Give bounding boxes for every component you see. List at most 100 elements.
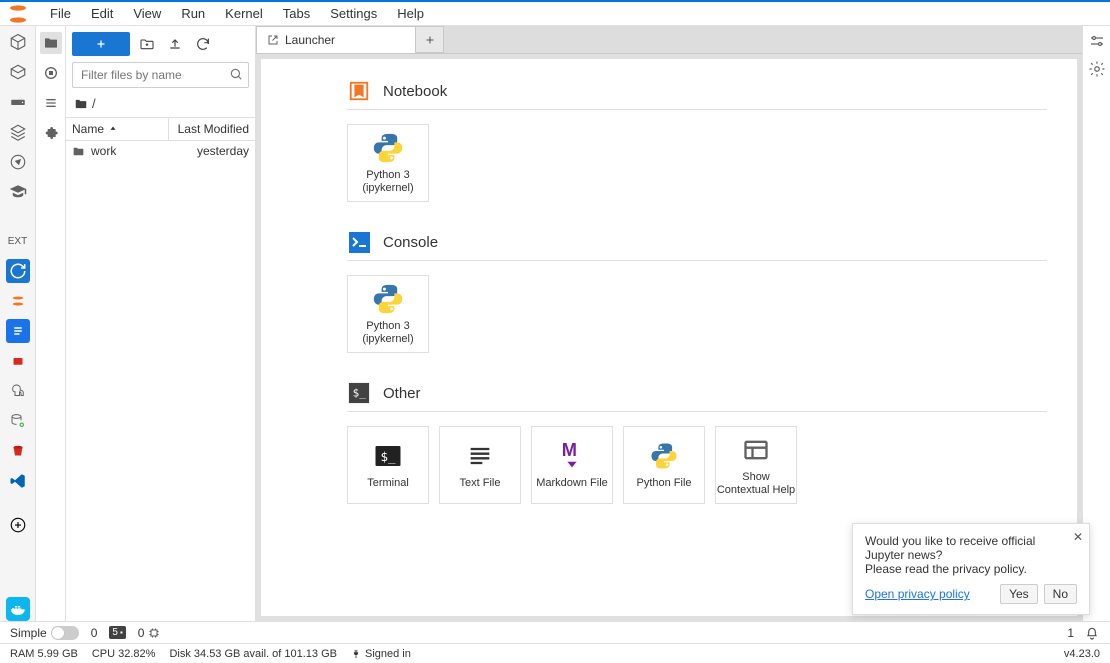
running-circle-icon[interactable] <box>40 62 62 84</box>
menu-help[interactable]: Help <box>387 2 434 25</box>
compass-icon[interactable] <box>6 150 30 174</box>
search-icon <box>229 67 243 81</box>
notebook-section-icon <box>347 79 371 103</box>
puzzle-icon[interactable] <box>40 122 62 144</box>
add-circle-icon[interactable] <box>6 513 30 537</box>
privacy-policy-link[interactable]: Open privacy policy <box>865 587 970 601</box>
box-icon[interactable] <box>6 60 30 84</box>
new-folder-icon[interactable] <box>136 33 158 55</box>
layers-icon[interactable] <box>6 120 30 144</box>
no-button[interactable]: No <box>1044 584 1077 604</box>
toggle-switch-icon[interactable] <box>51 626 79 640</box>
database-plus-icon[interactable] <box>6 409 30 433</box>
ram-usage: RAM 5.99 GB <box>10 648 78 660</box>
python-icon <box>371 282 405 316</box>
news-toast: ✕ Would you like to receive official Jup… <box>852 523 1090 615</box>
tab-add-button[interactable] <box>416 26 444 53</box>
text-lines-icon <box>463 439 497 473</box>
file-browser-toolbar <box>66 26 255 62</box>
drive-icon[interactable] <box>6 90 30 114</box>
help-panel-icon <box>739 433 773 467</box>
chip-icon <box>148 627 160 639</box>
launcher-card-notebook-python3[interactable]: Python 3(ipykernel) <box>347 124 429 202</box>
file-filter-search <box>72 62 249 88</box>
yes-button[interactable]: Yes <box>1000 584 1038 604</box>
section-title: Other <box>383 385 421 402</box>
elephant-icon[interactable] <box>6 379 30 403</box>
simple-toggle[interactable]: Simple <box>10 626 79 640</box>
bucket-red-icon[interactable] <box>6 439 30 463</box>
launcher-section-other: $_ Other $_ Terminal Text File <box>347 381 1047 504</box>
cpu-usage: CPU 32.82% <box>92 648 156 660</box>
launch-icon <box>267 34 279 46</box>
vscode-icon[interactable] <box>6 469 30 493</box>
menu-file[interactable]: File <box>40 2 81 25</box>
cube-icon[interactable] <box>6 30 30 54</box>
console-section-icon <box>347 230 371 254</box>
notification-count[interactable]: 1 <box>1067 626 1074 640</box>
ext-label: EXT <box>8 236 27 247</box>
tab-launcher[interactable]: Launcher <box>256 26 416 53</box>
list-icon[interactable] <box>40 92 62 114</box>
menu-kernel[interactable]: Kernel <box>215 2 273 25</box>
other-section-icon: $_ <box>347 381 371 405</box>
file-filter-input[interactable] <box>72 62 249 88</box>
column-name-header[interactable]: Name <box>66 118 169 140</box>
section-title: Notebook <box>383 83 447 100</box>
launcher-section-console: Console Python 3(ipykernel) <box>347 230 1047 353</box>
refresh-blue-icon[interactable] <box>6 259 30 283</box>
statusbar-jupyter: Simple 0 5▪ 0 1 <box>0 621 1110 643</box>
upload-icon[interactable] <box>164 33 186 55</box>
folder-icon[interactable] <box>40 32 62 54</box>
launcher-card-markdown[interactable]: M Markdown File <box>531 426 613 504</box>
markdown-icon: M <box>555 439 589 473</box>
graduation-cap-icon[interactable] <box>6 180 30 204</box>
folder-small-icon <box>74 97 88 111</box>
version-label: v4.23.0 <box>1064 648 1100 660</box>
bell-icon[interactable] <box>1084 625 1100 641</box>
docker-whale-icon[interactable] <box>6 597 30 621</box>
toast-line1: Would you like to receive official Jupyt… <box>865 534 1077 562</box>
tab-title: Launcher <box>285 33 335 47</box>
terminal-icon: $_ <box>371 439 405 473</box>
plug-icon <box>351 649 361 659</box>
jupyter-logo-icon[interactable] <box>6 5 30 23</box>
property-inspector-icon[interactable] <box>1088 32 1106 50</box>
signed-in-status[interactable]: Signed in <box>351 648 411 660</box>
menu-settings[interactable]: Settings <box>320 2 387 25</box>
svg-text:$_: $_ <box>381 449 397 464</box>
file-browser-panel: / Name Last Modified work yesterday <box>66 26 256 621</box>
file-list-header: Name Last Modified <box>66 117 255 141</box>
gear-icon[interactable] <box>1088 60 1106 78</box>
jupyter-small-icon[interactable] <box>6 289 30 313</box>
file-row[interactable]: work yesterday <box>66 141 255 161</box>
column-modified-header[interactable]: Last Modified <box>169 118 255 140</box>
doc-blue-icon[interactable] <box>6 319 30 343</box>
python-icon <box>371 131 405 165</box>
launcher-section-notebook: Notebook Python 3(ipykernel) <box>347 79 1047 202</box>
refresh-icon[interactable] <box>192 33 214 55</box>
tab-bar: Launcher <box>256 26 1082 54</box>
file-row-modified: yesterday <box>163 144 249 158</box>
launcher-card-console-python3[interactable]: Python 3(ipykernel) <box>347 275 429 353</box>
launcher-card-terminal[interactable]: $_ Terminal <box>347 426 429 504</box>
kernel-count-0b[interactable]: 0 <box>138 626 161 640</box>
menu-tabs[interactable]: Tabs <box>273 2 320 25</box>
new-launcher-button[interactable] <box>72 32 130 56</box>
terminal-count[interactable]: 5▪ <box>109 626 125 639</box>
launcher-card-pythonfile[interactable]: Python File <box>623 426 705 504</box>
close-icon[interactable]: ✕ <box>1073 530 1083 544</box>
kernel-count-0a[interactable]: 0 <box>91 626 98 640</box>
menu-edit[interactable]: Edit <box>81 2 123 25</box>
red-tag-icon[interactable] <box>6 349 30 373</box>
launcher-card-textfile[interactable]: Text File <box>439 426 521 504</box>
file-list: work yesterday <box>66 141 255 621</box>
launcher-card-contextual-help[interactable]: ShowContextual Help <box>715 426 797 504</box>
menu-run[interactable]: Run <box>171 2 215 25</box>
section-title: Console <box>383 234 438 251</box>
menu-view[interactable]: View <box>123 2 171 25</box>
sort-asc-icon <box>108 124 118 134</box>
breadcrumb[interactable]: / <box>66 94 255 117</box>
svg-text:$_: $_ <box>353 387 367 400</box>
activity-bar: EXT <box>0 26 36 621</box>
